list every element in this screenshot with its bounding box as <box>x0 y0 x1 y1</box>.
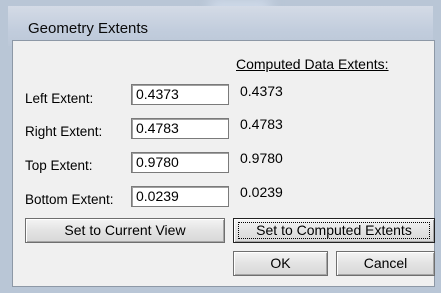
ok-label: OK <box>270 255 291 271</box>
bottom-extent-input[interactable]: 0.0239 <box>131 186 229 207</box>
computed-extents-header: Computed Data Extents: <box>236 56 389 72</box>
cancel-label: Cancel <box>363 255 408 271</box>
right-extent-input[interactable]: 0.4783 <box>131 118 229 139</box>
computed-top-value: 0.9780 <box>240 150 283 166</box>
dialog-title: Geometry Extents <box>28 20 149 37</box>
left-extent-input[interactable]: 0.4373 <box>131 84 229 105</box>
computed-right-value: 0.4783 <box>240 116 283 132</box>
computed-bottom-value: 0.0239 <box>240 184 283 200</box>
computed-left-value: 0.4373 <box>240 83 283 99</box>
cancel-button[interactable]: Cancel <box>336 251 435 276</box>
set-to-current-view-label: Set to Current View <box>64 222 186 238</box>
set-to-current-view-button[interactable]: Set to Current View <box>25 218 225 243</box>
set-to-computed-extents-label: Set to Computed Extents <box>256 222 412 238</box>
right-extent-label: Right Extent: <box>25 124 103 139</box>
bottom-extent-label: Bottom Extent: <box>25 192 114 207</box>
dialog-body: Computed Data Extents: Left Extent: 0.43… <box>12 40 435 287</box>
left-extent-label: Left Extent: <box>25 91 94 106</box>
top-extent-input[interactable]: 0.9780 <box>131 152 229 173</box>
ok-button[interactable]: OK <box>233 251 328 276</box>
top-extent-label: Top Extent: <box>25 158 93 173</box>
set-to-computed-extents-button[interactable]: Set to Computed Extents <box>233 218 435 243</box>
